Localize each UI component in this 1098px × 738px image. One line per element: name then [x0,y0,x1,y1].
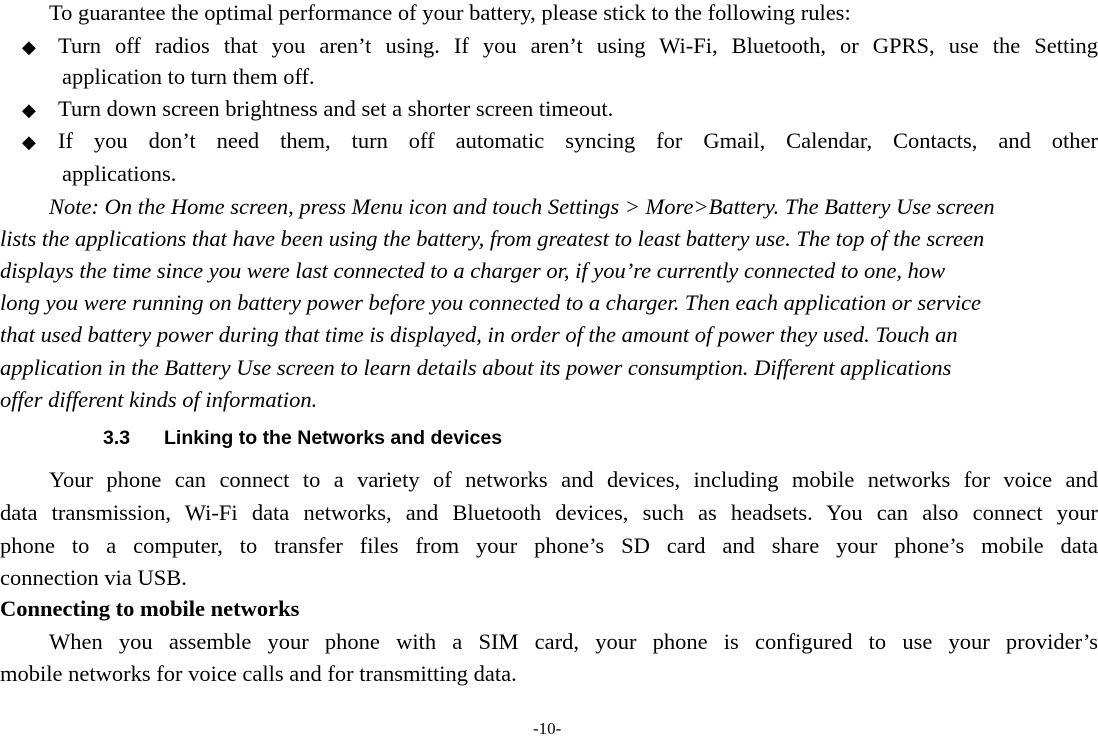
note-line-1: Note: On the Home screen, press Menu ico… [49,194,995,219]
mobile-paragraph-line-2: mobile networks for voice calls and for … [0,661,517,686]
bullet-3-line-2: applications. [62,161,177,186]
note-line-2: lists the applications that have been us… [0,226,985,251]
bullet-1-line-2: application to turn them off. [62,64,315,89]
note-line-3: displays the time since you were last co… [0,258,946,283]
mobile-paragraph-line-1: When you assemble your phone with a SIM … [49,629,1098,654]
diamond-bullet-icon: ◆ [22,37,36,57]
section-title: Linking to the Networks and devices [164,427,503,449]
diamond-bullet-icon: ◆ [22,132,36,152]
note-line-7: offer different kinds of information. [0,387,318,412]
section-paragraph-line-2: data transmission, Wi-Fi data networks, … [0,500,1098,525]
section-paragraph-line-1: Your phone can connect to a variety of n… [49,467,1098,492]
note-line-6: application in the Battery Use screen to… [0,355,952,380]
section-number: 3.3 [103,427,131,449]
note-line-5: that used battery power during that time… [0,322,958,347]
bullet-3-line-1: If you don’t need them, turn off automat… [58,128,1098,153]
intro-text: To guarantee the optimal performance of … [49,0,851,25]
page-number: -10- [533,719,562,738]
diamond-bullet-icon: ◆ [22,100,36,120]
section-paragraph-line-4: connection via USB. [0,565,187,590]
section-paragraph-line-3: phone to a computer, to transfer files f… [0,533,1098,558]
bullet-1-line-1: Turn off radios that you aren’t using. I… [58,33,1098,58]
bullet-2-line-1: Turn down screen brightness and set a sh… [58,96,614,121]
note-line-4: long you were running on battery power b… [0,290,982,315]
subheading: Connecting to mobile networks [0,596,300,621]
